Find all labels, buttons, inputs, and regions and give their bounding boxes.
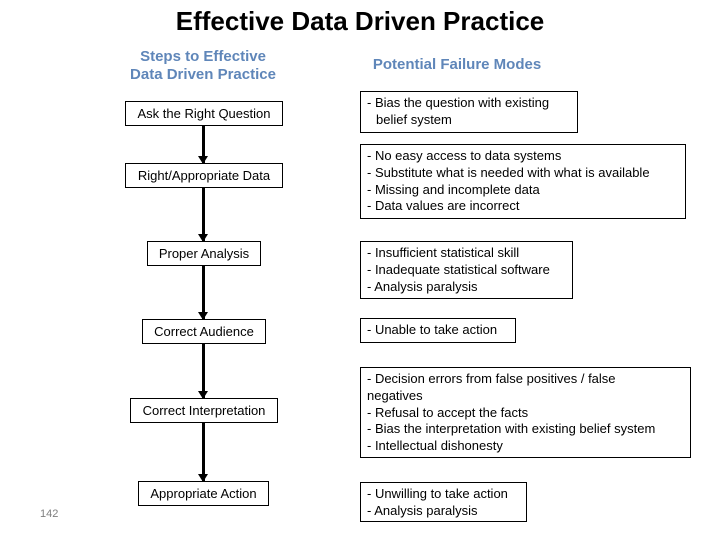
failure-line: - Analysis paralysis bbox=[367, 502, 478, 518]
failure-line: - Bias the question with existing bbox=[367, 95, 550, 110]
step-right-appropriate-data: Right/Appropriate Data bbox=[125, 163, 283, 188]
slide-title: Effective Data Driven Practice bbox=[175, 6, 545, 36]
steps-column-header: Steps to Effective Data Driven Practice bbox=[112, 48, 294, 84]
failure-line: - Refusal to accept the facts bbox=[367, 404, 529, 420]
step-appropriate-action: Appropriate Action bbox=[138, 481, 269, 506]
failures-column-header: Potential Failure Modes bbox=[372, 56, 542, 73]
failure-box-audience: - Unable to take action bbox=[360, 318, 516, 343]
step-correct-interpretation: Correct Interpretation bbox=[130, 398, 278, 423]
steps-header-line-2: Data Driven Practice bbox=[130, 66, 276, 83]
failure-line: - Substitute what is needed with what is… bbox=[367, 164, 650, 180]
steps-header-line-1: Steps to Effective bbox=[140, 48, 266, 65]
failure-line: - Decision errors from false positives /… bbox=[367, 371, 616, 386]
failure-box-interpretation: - Decision errors from false positives /… bbox=[360, 367, 691, 458]
step-correct-audience: Correct Audience bbox=[142, 319, 266, 344]
failure-box-action: - Unwilling to take action - Analysis pa… bbox=[360, 482, 527, 522]
failure-line: - Analysis paralysis bbox=[367, 278, 478, 294]
failure-line: - Insufficient statistical skill bbox=[367, 245, 520, 260]
failure-line: - Missing and incomplete data bbox=[367, 181, 540, 197]
failure-box-data: - No easy access to data systems - Subst… bbox=[360, 144, 686, 219]
failure-line: - Inadequate statistical software bbox=[367, 261, 550, 277]
failure-line: - Data values are incorrect bbox=[367, 198, 520, 214]
failure-box-analysis: - Insufficient statistical skill - Inade… bbox=[360, 241, 573, 299]
step-proper-analysis: Proper Analysis bbox=[147, 241, 261, 266]
failure-box-question: - Bias the question with existing belief… bbox=[360, 91, 578, 133]
flow-arrow-2 bbox=[198, 188, 208, 242]
flow-arrow-4 bbox=[198, 344, 208, 399]
flow-arrow-5 bbox=[198, 423, 208, 482]
failure-line: - Bias the interpretation with existing … bbox=[367, 421, 656, 437]
page-number: 142 bbox=[40, 508, 59, 520]
step-ask-right-question: Ask the Right Question bbox=[125, 101, 283, 126]
flow-arrow-3 bbox=[198, 266, 208, 320]
failure-line: negatives bbox=[367, 387, 423, 403]
failure-line: - Unwilling to take action bbox=[367, 486, 508, 501]
failure-line: - Unable to take action bbox=[367, 322, 498, 337]
flow-arrow-1 bbox=[198, 126, 208, 164]
failure-line: - Intellectual dishonesty bbox=[367, 438, 503, 454]
failure-line: - No easy access to data systems bbox=[367, 148, 562, 163]
failure-line: belief system bbox=[376, 111, 452, 127]
